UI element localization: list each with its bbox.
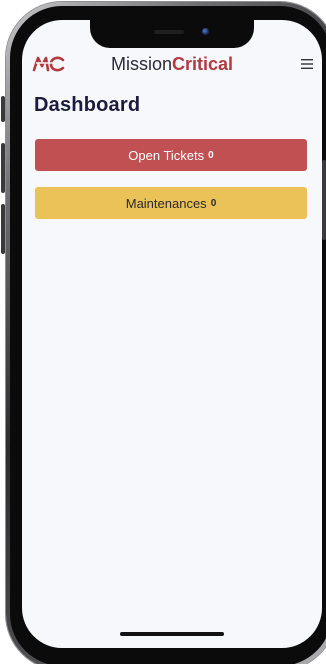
home-indicator[interactable] bbox=[120, 632, 224, 636]
brand-name-part1: Mission bbox=[110, 54, 172, 74]
page-title: Dashboard bbox=[34, 94, 141, 116]
maintenances-button[interactable]: Maintenances 0 bbox=[35, 187, 307, 219]
app-header: MissionCritical bbox=[22, 52, 322, 80]
device-mockup: MissionCritical Dashboard Open Tickets 0… bbox=[0, 0, 326, 664]
power-button bbox=[322, 160, 326, 240]
open-tickets-count: 0 bbox=[208, 149, 214, 161]
volume-up-button bbox=[1, 143, 5, 193]
open-tickets-button[interactable]: Open Tickets 0 bbox=[35, 139, 307, 171]
brand-name: MissionCritical bbox=[22, 52, 322, 77]
maintenances-label: Maintenances bbox=[125, 195, 207, 211]
volume-down-button bbox=[1, 204, 5, 254]
notch bbox=[90, 20, 254, 48]
hamburger-lines-icon bbox=[301, 59, 313, 69]
hamburger-menu-icon[interactable] bbox=[296, 53, 318, 75]
silent-switch bbox=[1, 96, 5, 122]
app-screen: MissionCritical Dashboard Open Tickets 0… bbox=[22, 20, 322, 648]
open-tickets-label: Open Tickets bbox=[128, 147, 205, 163]
maintenances-count: 0 bbox=[210, 197, 217, 209]
speaker-grille bbox=[154, 30, 184, 34]
brand-name-part2: Critical bbox=[171, 54, 234, 74]
front-camera bbox=[202, 28, 209, 35]
